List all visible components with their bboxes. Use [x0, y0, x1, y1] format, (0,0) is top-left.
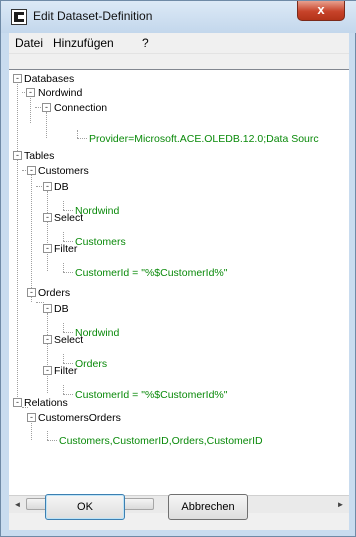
tree-line: [17, 81, 18, 157]
tree-line: [30, 96, 31, 123]
app-icon: [11, 9, 27, 25]
tree-line: [63, 363, 73, 364]
tree-node-orders-select-value[interactable]: Orders: [75, 358, 107, 370]
collapse-icon[interactable]: -: [26, 88, 35, 97]
cancel-button[interactable]: Abbrechen: [168, 494, 248, 520]
tree-node-customers-filter[interactable]: Filter: [54, 243, 77, 255]
tree-node-customers-filter-value[interactable]: CustomerId = "%$CustomerId%": [75, 267, 227, 279]
dataset-tree[interactable]: - - - - - - - - - - - - - - Databases No…: [9, 69, 349, 496]
tree-node-orders-filter-value[interactable]: CustomerId = "%$CustomerId%": [75, 389, 227, 401]
tree-node-tables[interactable]: Tables: [24, 150, 54, 162]
collapse-icon[interactable]: -: [43, 366, 52, 375]
tree-node-orders-db[interactable]: DB: [54, 303, 69, 315]
menu-hinzufuegen[interactable]: Hinzufügen: [53, 36, 114, 50]
tree-line: [63, 385, 64, 394]
collapse-icon[interactable]: -: [13, 74, 22, 83]
menu-bar: Datei Hinzufügen ?: [9, 33, 349, 54]
collapse-icon[interactable]: -: [43, 182, 52, 191]
scroll-right-icon[interactable]: ►: [332, 496, 349, 513]
scroll-left-icon[interactable]: ◄: [9, 496, 26, 513]
tree-node-provider[interactable]: Provider=Microsoft.ACE.OLEDB.12.0;Data S…: [89, 133, 319, 145]
tree-line: [63, 354, 64, 363]
tree-line: [47, 313, 48, 393]
tree-node-customers-orders-value[interactable]: Customers,CustomerID,Orders,CustomerID: [59, 435, 263, 447]
tree-node-orders[interactable]: Orders: [38, 287, 70, 299]
collapse-icon[interactable]: -: [27, 166, 36, 175]
tree-line: [63, 201, 64, 210]
tree-node-relations[interactable]: Relations: [24, 397, 68, 409]
ok-button[interactable]: OK: [45, 494, 125, 520]
tree-line: [47, 191, 48, 271]
title-bar[interactable]: Edit Dataset-Definition x: [1, 1, 356, 33]
window-title: Edit Dataset-Definition: [33, 9, 153, 23]
tree-line: [63, 263, 64, 272]
tree-node-customers-db[interactable]: DB: [54, 181, 69, 193]
tree-line: [63, 210, 73, 211]
tree-node-orders-filter[interactable]: Filter: [54, 365, 77, 377]
tree-line: [77, 130, 78, 138]
tree-node-customers-orders[interactable]: CustomersOrders: [38, 412, 121, 424]
collapse-icon[interactable]: -: [43, 213, 52, 222]
dialog-window: Edit Dataset-Definition x Datei Hinzufüg…: [0, 0, 356, 537]
collapse-icon[interactable]: -: [43, 244, 52, 253]
collapse-icon[interactable]: -: [13, 398, 22, 407]
tree-line: [63, 241, 73, 242]
menu-help[interactable]: ?: [142, 36, 149, 50]
tree-node-customers-select-value[interactable]: Customers: [75, 236, 126, 248]
tree-line: [36, 302, 44, 303]
tree-line: [63, 323, 64, 332]
tree-line: [47, 440, 57, 441]
tree-line: [31, 174, 32, 302]
tree-node-nordwind[interactable]: Nordwind: [38, 87, 82, 99]
tree-line: [77, 138, 87, 139]
tree-node-customers[interactable]: Customers: [38, 165, 89, 177]
collapse-icon[interactable]: -: [42, 103, 51, 112]
collapse-icon[interactable]: -: [27, 413, 36, 422]
collapse-icon[interactable]: -: [43, 304, 52, 313]
close-button[interactable]: x: [297, 1, 345, 21]
tree-node-orders-select[interactable]: Select: [54, 334, 83, 346]
tree-node-connection[interactable]: Connection: [54, 102, 107, 114]
collapse-icon[interactable]: -: [43, 335, 52, 344]
menu-datei[interactable]: Datei: [15, 36, 43, 50]
tree-line: [46, 112, 47, 138]
client-area: Datei Hinzufügen ? - - - - - - - - - - -…: [9, 33, 349, 530]
tree-line: [63, 332, 73, 333]
tree-node-databases[interactable]: Databases: [24, 73, 74, 85]
collapse-icon[interactable]: -: [13, 151, 22, 160]
tree-line: [17, 159, 18, 407]
tree-line: [63, 232, 64, 241]
collapse-icon[interactable]: -: [27, 288, 36, 297]
tree-line: [47, 431, 48, 440]
tree-line: [63, 272, 73, 273]
tree-line: [63, 394, 73, 395]
tree-node-customers-select[interactable]: Select: [54, 212, 83, 224]
